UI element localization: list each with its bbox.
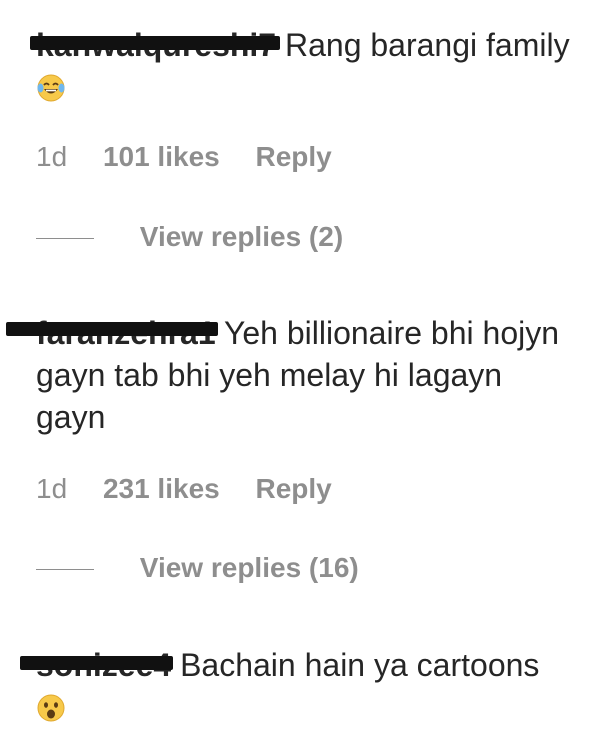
comment-item: faranzehra1 Yeh billionaire bhi hojyn ga… [0, 290, 600, 610]
comment-text: sonizee4 Bachain hain ya cartoons [20, 644, 576, 733]
face-with-tears-of-joy-icon [36, 71, 66, 113]
likes-count[interactable]: 231 likes [103, 473, 220, 504]
reply-button[interactable]: Reply [256, 141, 332, 172]
likes-count[interactable]: 101 likes [103, 141, 220, 172]
comment-text: faranzehra1 Yeh billionaire bhi hojyn ga… [6, 312, 576, 438]
comment-body: Rang barangi family [284, 27, 570, 63]
comment-item: sonizee4 Bachain hain ya cartoons [0, 630, 600, 742]
username-redaction [6, 322, 218, 336]
view-replies-label: View replies (16) [139, 552, 359, 583]
username-redaction [20, 656, 174, 670]
divider-line [36, 569, 94, 571]
username-link[interactable]: kanwalqureshi7 [30, 24, 281, 66]
comment-item: kanwalqureshi7 Rang barangi family 1d 10… [0, 0, 600, 270]
hushed-face-icon [36, 691, 66, 733]
comment-text: kanwalqureshi7 Rang barangi family [30, 24, 576, 113]
view-replies-button[interactable]: View replies (16) [36, 551, 359, 585]
username-redaction [30, 36, 281, 50]
comment-meta: 1d 101 likes Reply [36, 140, 332, 174]
username-link[interactable]: faranzehra1 [6, 312, 218, 354]
comment-time: 1d [36, 473, 68, 504]
comment-meta: 1d 231 likes Reply [36, 472, 332, 506]
username-link[interactable]: sonizee4 [20, 644, 174, 686]
view-replies-label: View replies (2) [139, 221, 344, 252]
comment-body: Bachain hain ya cartoons [180, 647, 540, 683]
reply-button[interactable]: Reply [256, 473, 332, 504]
divider-line [36, 238, 94, 240]
view-replies-button[interactable]: View replies (2) [36, 220, 343, 254]
comment-time: 1d [36, 141, 68, 172]
